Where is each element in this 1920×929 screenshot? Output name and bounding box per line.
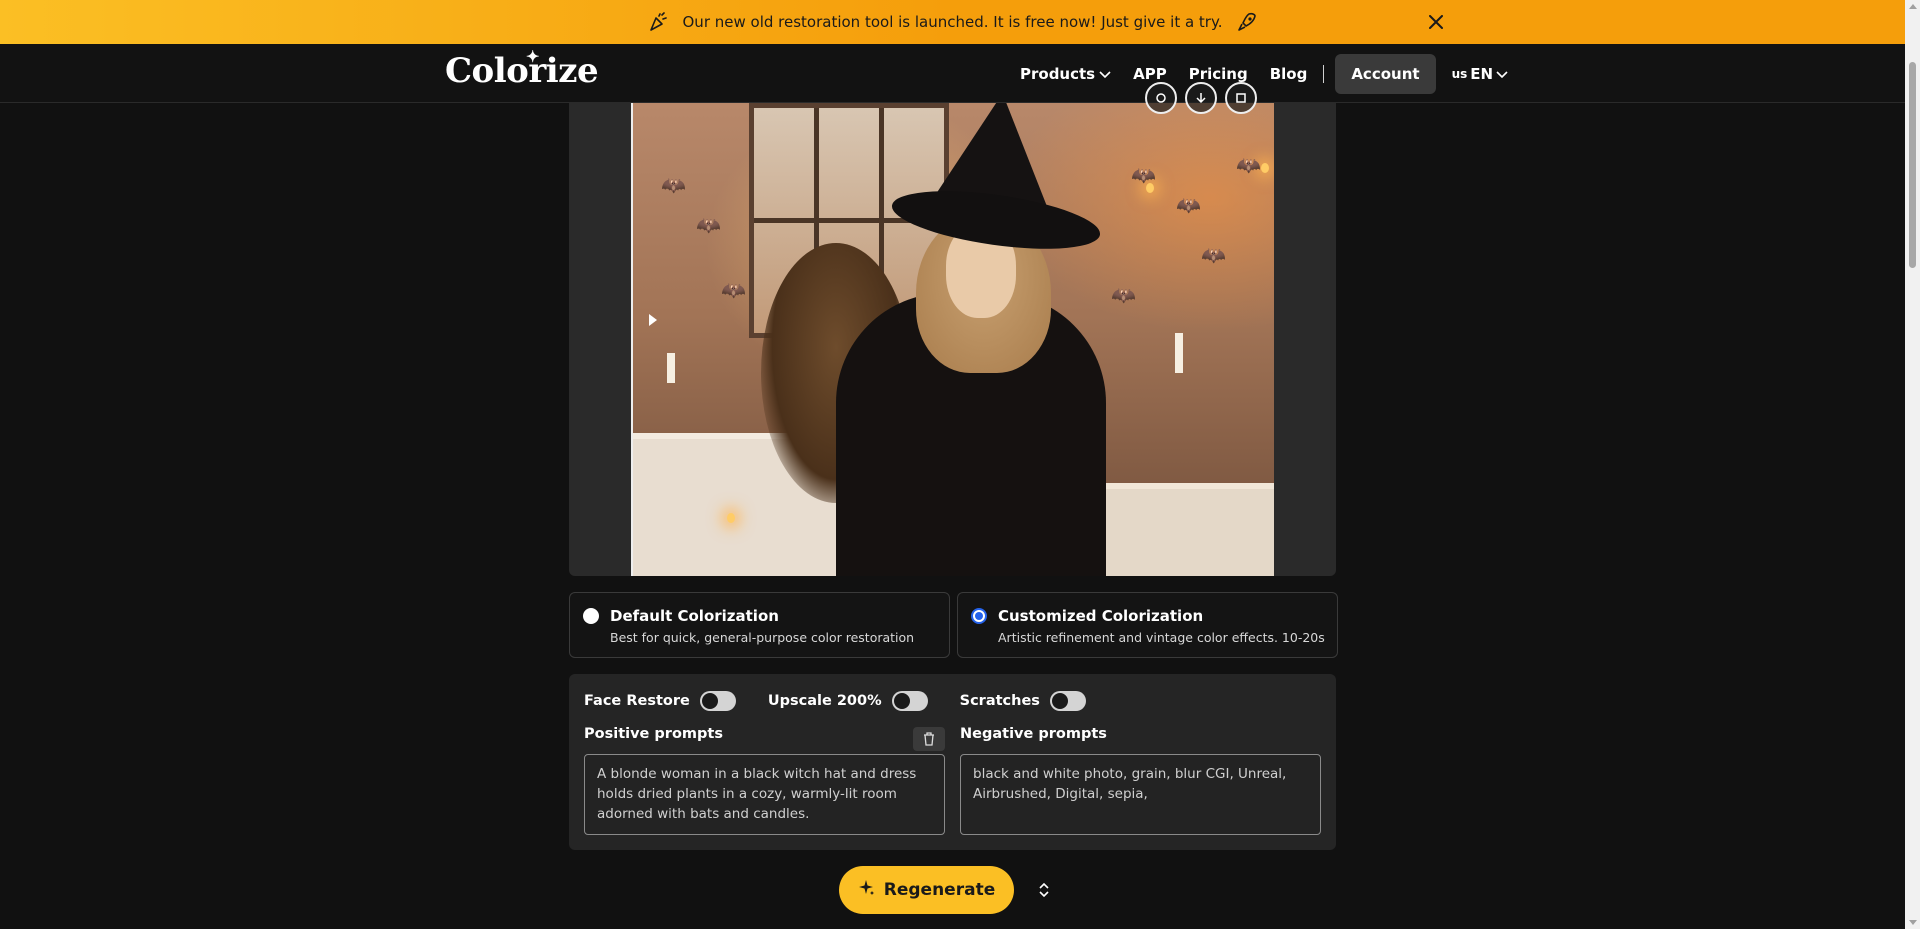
nav-products-label: Products [1020, 64, 1096, 83]
scroll-down-arrow-icon[interactable] [1909, 920, 1917, 925]
nav-pricing[interactable]: Pricing [1189, 65, 1248, 83]
mode-description: Artistic refinement and vintage color ef… [998, 630, 1325, 645]
positive-prompts-label: Positive prompts [584, 726, 723, 742]
scrollbar-thumb[interactable] [1909, 62, 1916, 268]
candle-right [1175, 333, 1183, 373]
rocket-icon [1236, 11, 1258, 33]
scratches-toggle[interactable] [1049, 691, 1086, 711]
bat-decoration: 🦇 [1236, 153, 1261, 177]
bat-decoration: 🦇 [1201, 243, 1226, 267]
nav-products[interactable]: Products [1020, 65, 1111, 83]
scratches-option: Scratches [960, 691, 1086, 711]
colorize-logo[interactable]: Colorize ✦ [445, 47, 599, 91]
bat-decoration: 🦇 [1131, 163, 1156, 187]
chevron-down-icon [1099, 65, 1111, 83]
radio-customized[interactable] [971, 608, 987, 624]
close-banner-icon[interactable] [1425, 11, 1447, 33]
upscale-toggle[interactable] [891, 691, 928, 711]
compare-divider[interactable] [631, 103, 633, 576]
language-selector[interactable]: us EN [1452, 65, 1509, 83]
scratches-label: Scratches [959, 693, 1040, 709]
us-flag-icon: us [1451, 66, 1468, 81]
upscale-label: Upscale 200% [767, 693, 882, 709]
scroll-up-arrow-icon[interactable] [1909, 4, 1917, 9]
negative-prompts-label: Negative prompts [960, 726, 1107, 742]
bat-decoration: 🦇 [1176, 193, 1201, 217]
language-label: EN [1470, 64, 1494, 83]
face-restore-toggle[interactable] [699, 691, 736, 711]
chevron-down-icon [1496, 65, 1508, 83]
banner-text: Our new old restoration tool is launched… [682, 13, 1223, 31]
nav-app[interactable]: APP [1133, 65, 1167, 83]
bat-decoration: 🦇 [1111, 283, 1136, 307]
logo-text: Colorize [445, 51, 599, 91]
compare-handle-arrow-icon[interactable] [646, 312, 660, 328]
sparkle-icon [858, 879, 876, 902]
mode-title: Default Colorization [610, 607, 779, 625]
candle-flame [727, 513, 735, 523]
banner-message-row: Our new old restoration tool is launched… [647, 11, 1259, 33]
bat-decoration: 🦇 [661, 173, 686, 197]
upscale-option: Upscale 200% [768, 691, 928, 711]
candle-left [667, 353, 675, 383]
mode-default-colorization[interactable]: Default Colorization Best for quick, gen… [569, 592, 950, 658]
negative-prompts-input[interactable]: black and white photo, grain, blur CGI, … [960, 754, 1321, 835]
nav-blog[interactable]: Blog [1270, 65, 1308, 83]
colorized-photo[interactable]: 🦇 🦇 🦇 🦇 🦇 🦇 🦇 🦇 [631, 103, 1274, 576]
party-popper-icon [647, 11, 669, 33]
mode-description: Best for quick, general-purpose color re… [610, 630, 915, 645]
image-actions [1145, 82, 1257, 114]
face-restore-option: Face Restore [584, 691, 736, 711]
nav-divider [1323, 64, 1325, 83]
wall-light-flame [1261, 163, 1269, 173]
mode-title: Customized Colorization [998, 607, 1204, 625]
positive-prompts-input[interactable]: A blonde woman in a black witch hat and … [584, 754, 945, 835]
site-header: Colorize ✦ Products APP Pricing Blog Acc… [0, 44, 1905, 103]
options-panel: Face Restore Upscale 200% Scratches Posi… [569, 674, 1336, 850]
mode-customized-colorization[interactable]: Customized Colorization Artistic refinem… [957, 592, 1338, 658]
announcement-banner: Our new old restoration tool is launched… [0, 0, 1905, 44]
bat-decoration: 🦇 [696, 213, 721, 237]
account-button[interactable]: Account [1335, 53, 1436, 94]
regenerate-button[interactable]: Regenerate [839, 866, 1014, 914]
page-scrollbar[interactable] [1905, 0, 1920, 929]
share-icon[interactable] [1225, 82, 1257, 114]
download-icon[interactable] [1185, 82, 1217, 114]
compare-icon[interactable] [1145, 82, 1177, 114]
toggle-row: Face Restore Upscale 200% Scratches [584, 691, 1118, 711]
bat-decoration: 🦇 [721, 278, 746, 302]
trash-icon[interactable] [913, 727, 945, 751]
sparkle-icon: ✦ [526, 47, 539, 66]
radio-default[interactable] [583, 608, 599, 624]
regenerate-label: Regenerate [883, 880, 996, 900]
expand-collapse-icon[interactable] [1035, 880, 1053, 900]
main-nav: Products APP Pricing Blog Account us EN [1020, 44, 1508, 103]
face-restore-label: Face Restore [584, 693, 690, 709]
